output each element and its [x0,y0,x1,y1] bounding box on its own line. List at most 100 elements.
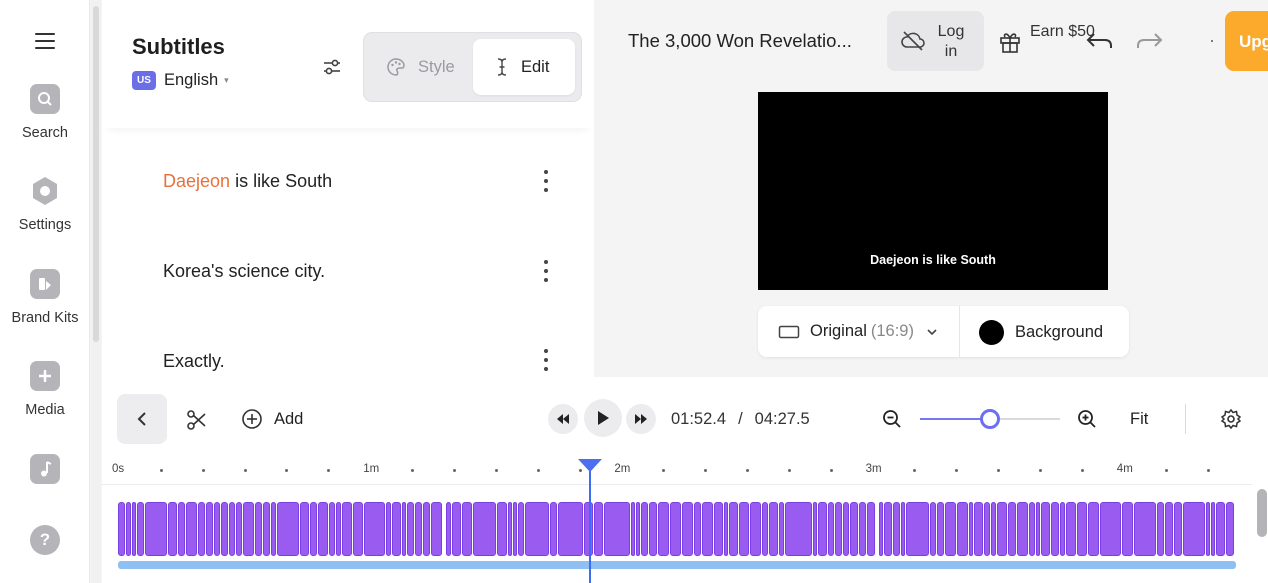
subtitle-clip[interactable] [750,502,761,556]
subtitle-clip[interactable] [446,502,451,556]
video-title[interactable]: The 3,000 Won Revelatio... [628,30,852,52]
redo-icon[interactable] [1136,30,1164,57]
subtitle-clip[interactable] [415,502,422,556]
subtitle-clip[interactable] [636,502,640,556]
subtitle-clip[interactable] [137,502,144,556]
aspect-ratio-select[interactable]: Original (16:9) [778,322,938,341]
sidebar-item-brand-kits[interactable]: Brand Kits [0,269,90,326]
subtitle-clip[interactable] [604,502,630,556]
subtitle-clip[interactable] [682,502,693,556]
language-select[interactable]: US English ▾ [132,71,229,90]
subtitle-clip[interactable] [1077,502,1087,556]
subtitle-clip[interactable] [1206,502,1210,556]
subtitle-clip[interactable] [594,502,603,556]
subtitle-clip[interactable] [974,502,983,556]
subtitle-clip[interactable] [1066,502,1076,556]
sidebar-item-audio[interactable] [0,454,90,484]
subtitle-clip[interactable] [649,502,657,556]
subtitle-clip[interactable] [828,502,834,556]
sidebar-item-settings[interactable]: Settings [0,176,90,233]
subtitle-clip[interactable] [168,502,177,556]
gear-icon[interactable] [1220,408,1242,435]
subtitle-clip[interactable] [884,502,892,556]
subtitle-clip[interactable] [1211,502,1215,556]
subtitle-clip[interactable] [779,502,784,556]
subtitle-clip[interactable] [198,502,205,556]
subtitle-clip[interactable] [1088,502,1099,556]
timeline-scrollbar[interactable] [1257,489,1267,537]
subtitle-clip[interactable] [813,502,817,556]
subtitle-clip[interactable] [462,502,472,556]
subtitle-clip[interactable] [769,502,778,556]
fast-forward-button[interactable] [626,404,656,434]
undo-icon[interactable] [1085,30,1113,57]
subtitle-clip[interactable] [186,502,197,556]
timeline-ruler[interactable]: 0s 1m 2m 3m 4m [102,461,1252,485]
subtitle-clip[interactable] [178,502,185,556]
subtitle-clip[interactable] [145,502,167,556]
subtitle-clip[interactable] [945,502,956,556]
add-button[interactable]: Add [241,408,303,430]
sidebar-item-help[interactable]: ? [0,525,90,555]
subtitle-clip[interactable] [631,502,635,556]
filter-sliders-icon[interactable] [322,58,342,76]
zoom-out-icon[interactable] [882,409,902,434]
subtitle-clip[interactable] [729,502,738,556]
subtitle-clip[interactable] [702,502,713,556]
subtitle-line[interactable]: Daejeon is like South [163,171,332,192]
subtitle-clip[interactable] [364,502,385,556]
subtitle-clip[interactable] [1100,502,1121,556]
zoom-slider-handle[interactable] [980,409,1000,429]
subtitle-clip[interactable] [1165,502,1173,556]
subtitle-clip[interactable] [353,502,363,556]
subtitle-clip[interactable] [1029,502,1035,556]
subtitle-clip[interactable] [206,502,213,556]
subtitle-clip[interactable] [850,502,858,556]
subtitle-clip[interactable] [1041,502,1050,556]
subtitle-clip[interactable] [132,502,136,556]
subtitle-clip[interactable] [694,502,701,556]
tab-style[interactable]: Style [374,39,474,95]
subtitle-clip[interactable] [762,502,768,556]
subtitle-clip[interactable] [497,502,507,556]
subtitle-clip[interactable] [937,502,944,556]
subtitle-clip[interactable] [1174,502,1182,556]
subtitle-clip[interactable] [229,502,235,556]
subtitle-clip[interactable] [641,502,648,556]
subtitle-clip[interactable] [724,502,728,556]
subtitle-clip[interactable] [318,502,328,556]
subtitle-line[interactable]: Korea's science city. [163,261,325,282]
collapse-button[interactable] [117,394,167,444]
subtitle-clip[interactable] [513,502,517,556]
sidebar-item-search[interactable]: Search [0,84,90,141]
subtitle-clip[interactable] [392,502,401,556]
subtitle-clip[interactable] [670,502,681,556]
subtitle-clip[interactable] [739,502,749,556]
subtitle-clip[interactable] [386,502,391,556]
play-button[interactable] [584,399,622,437]
subtitle-clip[interactable] [243,502,254,556]
subtitle-clip[interactable] [271,502,276,556]
zoom-slider[interactable] [920,409,1060,429]
subtitle-clip[interactable] [300,502,309,556]
subtitle-clip[interactable] [991,502,996,556]
subtitle-clip[interactable] [263,502,270,556]
upgrade-button[interactable]: Upg [1225,11,1268,71]
subtitle-clip[interactable] [431,502,442,556]
subtitle-clip[interactable] [879,502,883,556]
subtitle-line-menu-icon[interactable] [543,170,549,192]
subtitle-clip[interactable] [1008,502,1016,556]
sidebar-scrollbar[interactable] [91,0,101,583]
login-button[interactable]: Log in [887,11,984,71]
subtitle-clip[interactable] [997,502,1007,556]
subtitle-clip[interactable] [518,502,524,556]
subtitle-clip[interactable] [1122,502,1133,556]
subtitle-line-menu-icon[interactable] [543,260,549,282]
subtitle-clip[interactable] [508,502,512,556]
subtitle-clip[interactable] [906,502,929,556]
subtitle-clip[interactable] [984,502,990,556]
tab-edit[interactable]: Edit [473,39,575,95]
subtitle-clip[interactable] [1036,502,1040,556]
subtitle-clip[interactable] [658,502,669,556]
subtitle-clip[interactable] [1051,502,1059,556]
